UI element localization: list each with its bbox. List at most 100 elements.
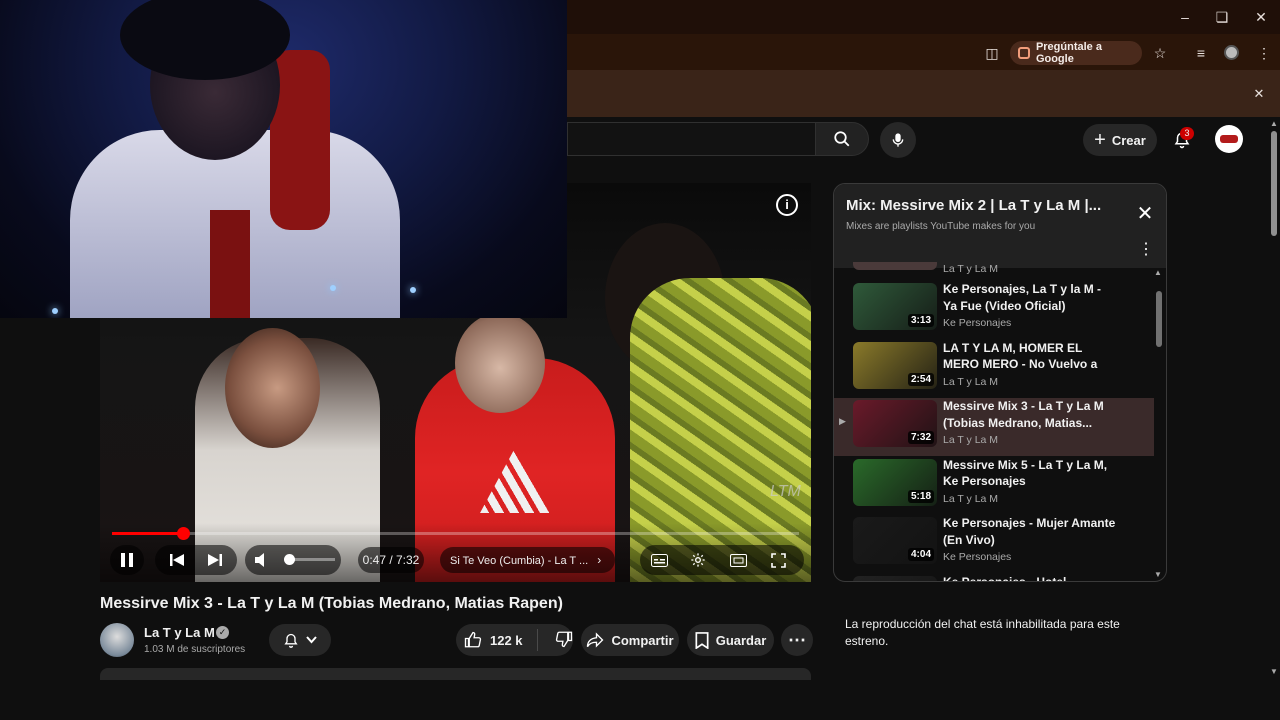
chat-disabled-message: La reproducción del chat está inhabilita… [845, 617, 1120, 648]
description-box[interactable] [100, 668, 811, 680]
subtitles-button[interactable] [645, 545, 673, 575]
mix-title[interactable]: Mix: Messirve Mix 2 | La T y La M |... [846, 197, 1116, 214]
plus-icon: + [1094, 129, 1106, 151]
more-actions-button[interactable]: ⋯ [781, 624, 813, 656]
settings-button[interactable] [684, 545, 712, 575]
chapter-label: Si Te Veo (Cumbia) - La T ... [450, 555, 589, 567]
mix-subtitle: Mixes are playlists YouTube makes for yo… [846, 221, 1036, 232]
create-button[interactable]: + Crear [1083, 124, 1157, 156]
more-horizontal-icon: ⋯ [788, 629, 806, 650]
mix-item[interactable]: Ke Personajes - Hotel [834, 574, 1154, 582]
subscriber-count: 1.03 M de suscriptores [144, 644, 246, 655]
install-icon[interactable]: ◫ [981, 42, 1003, 64]
mix-item[interactable]: 4:04 Ke Personajes - Mujer Amante (En Viv… [834, 515, 1154, 573]
mix-item-title[interactable]: Ke Personajes - Mujer Amante (En Vivo) [943, 515, 1118, 548]
ask-google-button[interactable]: Pregúntale a Google [1010, 41, 1142, 65]
pause-button[interactable] [110, 545, 144, 575]
search-button[interactable] [815, 122, 869, 156]
scroll-up-icon[interactable]: ▲ [1270, 119, 1278, 128]
mix-item[interactable]: ▶ 7:32 Messirve Mix 3 - La T y La M (Tobia… [834, 398, 1154, 456]
thumbs-down-icon [555, 631, 573, 647]
close-icon[interactable]: ✕ [1132, 201, 1158, 227]
voice-search-button[interactable] [880, 122, 916, 158]
page-scroll-thumb[interactable] [1271, 131, 1277, 236]
next-button[interactable] [198, 545, 232, 575]
mic-icon [892, 133, 904, 147]
chevron-down-icon [306, 636, 317, 644]
account-avatar[interactable] [1215, 125, 1243, 153]
mix-item-title[interactable]: Ke Personajes - Hotel [943, 574, 1118, 582]
share-label: Compartir [611, 632, 674, 648]
video-thumbnail[interactable]: 2:54 [853, 341, 937, 389]
mix-item-channel: La T y La M [943, 492, 999, 505]
mix-item-title[interactable]: Ke Personajes, La T y la M - Ya Fue (Vid… [943, 281, 1118, 314]
channel-name[interactable]: La T y La M [144, 625, 215, 640]
video-watermark: LTM [770, 483, 801, 500]
duration-badge: 4:04 [907, 548, 934, 561]
channel-avatar[interactable] [100, 623, 134, 657]
mix-item-title[interactable]: LA T Y LA M, HOMER EL MERO MERO - No Vue… [943, 340, 1118, 373]
mix-item[interactable]: 3:13 Ke Personajes, La T y la M - Ya Fue … [834, 281, 1154, 339]
video-thumbnail[interactable]: 4:04 [853, 517, 937, 564]
video-thumbnail[interactable] [853, 575, 937, 581]
share-button[interactable]: Compartir [581, 624, 679, 656]
scroll-down-icon[interactable]: ▼ [1154, 570, 1162, 579]
previous-button[interactable] [160, 545, 194, 575]
gear-icon [691, 553, 705, 567]
mix-item[interactable]: 5:18 Messirve Mix 5 - La T y La M, Ke Per… [834, 457, 1154, 515]
volume-icon [255, 553, 264, 568]
media-icon[interactable]: ≡ [1190, 42, 1212, 64]
duration-badge: 2:54 [907, 372, 934, 386]
progress-bar[interactable] [112, 527, 799, 540]
webcam-overlay [0, 0, 567, 318]
dislike-button[interactable] [555, 630, 573, 651]
bell-icon [284, 633, 298, 648]
close-icon[interactable]: ✕ [1248, 6, 1274, 28]
fullscreen-button[interactable] [764, 545, 792, 575]
notification-badge: 3 [1180, 127, 1194, 140]
mix-header: Mix: Messirve Mix 2 | La T y La M |... M… [834, 184, 1166, 268]
video-thumbnail[interactable]: 3:13 [853, 283, 937, 330]
save-button[interactable]: Guardar [687, 624, 774, 656]
volume-button[interactable] [250, 545, 274, 575]
volume-knob[interactable] [284, 554, 295, 565]
volume-slider[interactable] [290, 558, 335, 561]
google-lens-icon [1018, 47, 1030, 59]
subscription-bell-button[interactable] [269, 624, 331, 656]
page-scrollbar[interactable]: ▲ ▼ [1268, 117, 1280, 720]
video-thumbnail[interactable]: 5:18 [853, 458, 937, 506]
like-dislike-group: 122 k [456, 624, 573, 656]
ask-google-label: Pregúntale a Google [1035, 41, 1102, 65]
bookmark-icon [695, 631, 709, 649]
star-icon[interactable]: ☆ [1149, 42, 1171, 64]
mix-item-title[interactable]: Messirve Mix 3 - La T y La M (Tobias Med… [943, 398, 1118, 431]
info-icon[interactable]: i [776, 194, 798, 216]
minimize-icon[interactable]: – [1172, 6, 1198, 28]
partial-channel: La T y La M [943, 263, 999, 275]
profile-icon[interactable] [1224, 45, 1239, 60]
mix-scrollbar[interactable] [1156, 291, 1162, 347]
theater-mode-button[interactable] [724, 545, 752, 575]
duration-badge: 5:18 [907, 489, 934, 503]
like-button[interactable]: 122 k [464, 631, 528, 649]
thumbnail-image [853, 575, 937, 581]
scroll-down-icon[interactable]: ▼ [1270, 667, 1278, 676]
mix-item-title[interactable]: Messirve Mix 5 - La T y La M, Ke Persona… [943, 457, 1118, 490]
restore-icon[interactable]: ❏ [1209, 6, 1235, 28]
create-label: Crear [1111, 132, 1146, 148]
video-thumbnail[interactable]: 7:32 [853, 400, 937, 447]
close-infobar-icon[interactable]: ✕ [1250, 85, 1268, 103]
pause-icon [121, 553, 133, 568]
share-icon [587, 632, 604, 648]
more-icon[interactable]: ⋮ [1253, 42, 1275, 64]
search-input[interactable] [567, 122, 815, 156]
scroll-up-icon[interactable]: ▲ [1154, 268, 1162, 277]
subtitles-icon [650, 553, 668, 567]
mix-item-channel: Ke Personajes [943, 317, 1012, 329]
chapter-title[interactable]: Si Te Veo (Cumbia) - La T ... › [440, 547, 615, 573]
thumbs-up-icon [464, 631, 482, 648]
progress-fill [112, 532, 184, 535]
mix-item[interactable]: 2:54 LA T Y LA M, HOMER EL MERO MERO - No… [834, 340, 1154, 398]
more-vertical-icon[interactable]: ⋮ [1136, 239, 1156, 261]
mix-item-channel: Ke Personajes [943, 551, 1012, 563]
